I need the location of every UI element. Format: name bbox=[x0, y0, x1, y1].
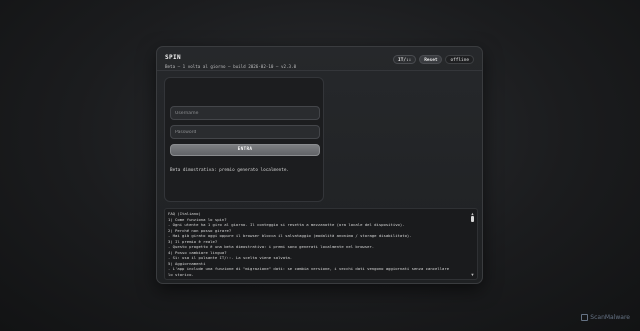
app-panel: SPIN Beta – 1 volta al giorno – build 20… bbox=[156, 46, 483, 284]
scroll-down-icon[interactable]: ▼ bbox=[470, 272, 475, 277]
app-subtitle: Beta – 1 volta al giorno – build 2026-02… bbox=[165, 64, 297, 69]
app-title: SPIN bbox=[165, 54, 182, 61]
header-actions: IT/:: Reset offline bbox=[393, 55, 474, 64]
faq-scrollbar[interactable]: ▲ ▼ bbox=[470, 211, 475, 277]
watermark-logo-icon bbox=[581, 314, 589, 321]
faq-text: FAQ (Italiano) 1) Come funziona lo spin?… bbox=[168, 211, 467, 278]
offline-badge: offline bbox=[445, 55, 474, 64]
faq-line: - L'app include una funzione di "migrazi… bbox=[168, 266, 450, 272]
enter-button[interactable]: ENTRA bbox=[170, 144, 320, 156]
scroll-thumb[interactable] bbox=[471, 216, 474, 222]
watermark: ScanMalware bbox=[581, 314, 630, 321]
watermark-text: ScanMalware bbox=[590, 314, 630, 321]
demo-note: Beta dimostrativa: premio generato local… bbox=[170, 168, 289, 173]
password-input[interactable] bbox=[170, 125, 320, 139]
username-input[interactable] bbox=[170, 106, 320, 120]
faq-box[interactable]: FAQ (Italiano) 1) Come funziona lo spin?… bbox=[164, 208, 478, 280]
header-divider bbox=[157, 70, 482, 71]
login-card: ENTRA Beta dimostrativa: premio generato… bbox=[164, 77, 324, 202]
language-button[interactable]: IT/:: bbox=[393, 55, 417, 64]
reset-button[interactable]: Reset bbox=[419, 55, 443, 64]
faq-line: lo storico. bbox=[168, 272, 194, 278]
